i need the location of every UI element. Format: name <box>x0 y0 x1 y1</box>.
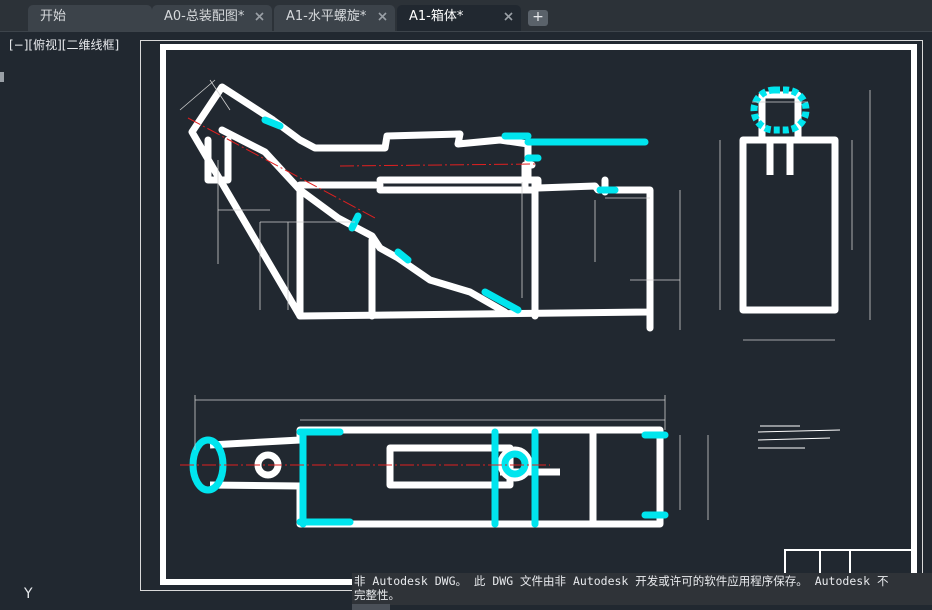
tab-bar: 开始 A0-总装配图* A1-水平螺旋* A1-箱体* + <box>0 0 932 32</box>
side-view <box>739 86 839 314</box>
front-view <box>188 83 654 332</box>
new-tab-button[interactable]: + <box>528 10 548 26</box>
non-autodesk-dwg-notice: 非 Autodesk DWG。 此 DWG 文件由非 Autodesk 开发或许… <box>352 573 932 605</box>
tab-a0-assembly[interactable]: A0-总装配图* <box>152 5 272 31</box>
viewport-controls[interactable]: [−][俯视][二维线框] <box>9 36 119 53</box>
ucs-icon: Y <box>24 586 33 602</box>
tech-notes <box>757 425 841 449</box>
dimension-lines <box>179 79 681 330</box>
plus-icon: + <box>532 9 544 25</box>
plan-view <box>209 426 664 528</box>
front-view-centerlines <box>187 117 536 219</box>
close-icon[interactable] <box>504 5 513 21</box>
notice-handle <box>352 604 390 610</box>
tab-start[interactable]: 开始 <box>28 5 152 31</box>
close-icon[interactable] <box>378 5 387 21</box>
tab-label: A1-水平螺旋* <box>286 9 367 24</box>
tab-a1-horizontal-screw[interactable]: A1-水平螺旋* <box>274 5 395 31</box>
drawing-canvas[interactable] <box>140 40 932 592</box>
tab-label: A1-箱体* <box>409 9 464 24</box>
panel-toggle-icon[interactable] <box>0 72 4 82</box>
tab-label: A0-总装配图* <box>164 9 245 24</box>
notice-line-1: 非 Autodesk DWG。 此 DWG 文件由非 Autodesk 开发或许… <box>354 574 889 588</box>
tab-label: 开始 <box>40 9 67 24</box>
tab-a1-box[interactable]: A1-箱体* <box>397 5 521 31</box>
notice-line-2: 完整性。 <box>354 588 400 602</box>
close-icon[interactable] <box>255 5 264 21</box>
